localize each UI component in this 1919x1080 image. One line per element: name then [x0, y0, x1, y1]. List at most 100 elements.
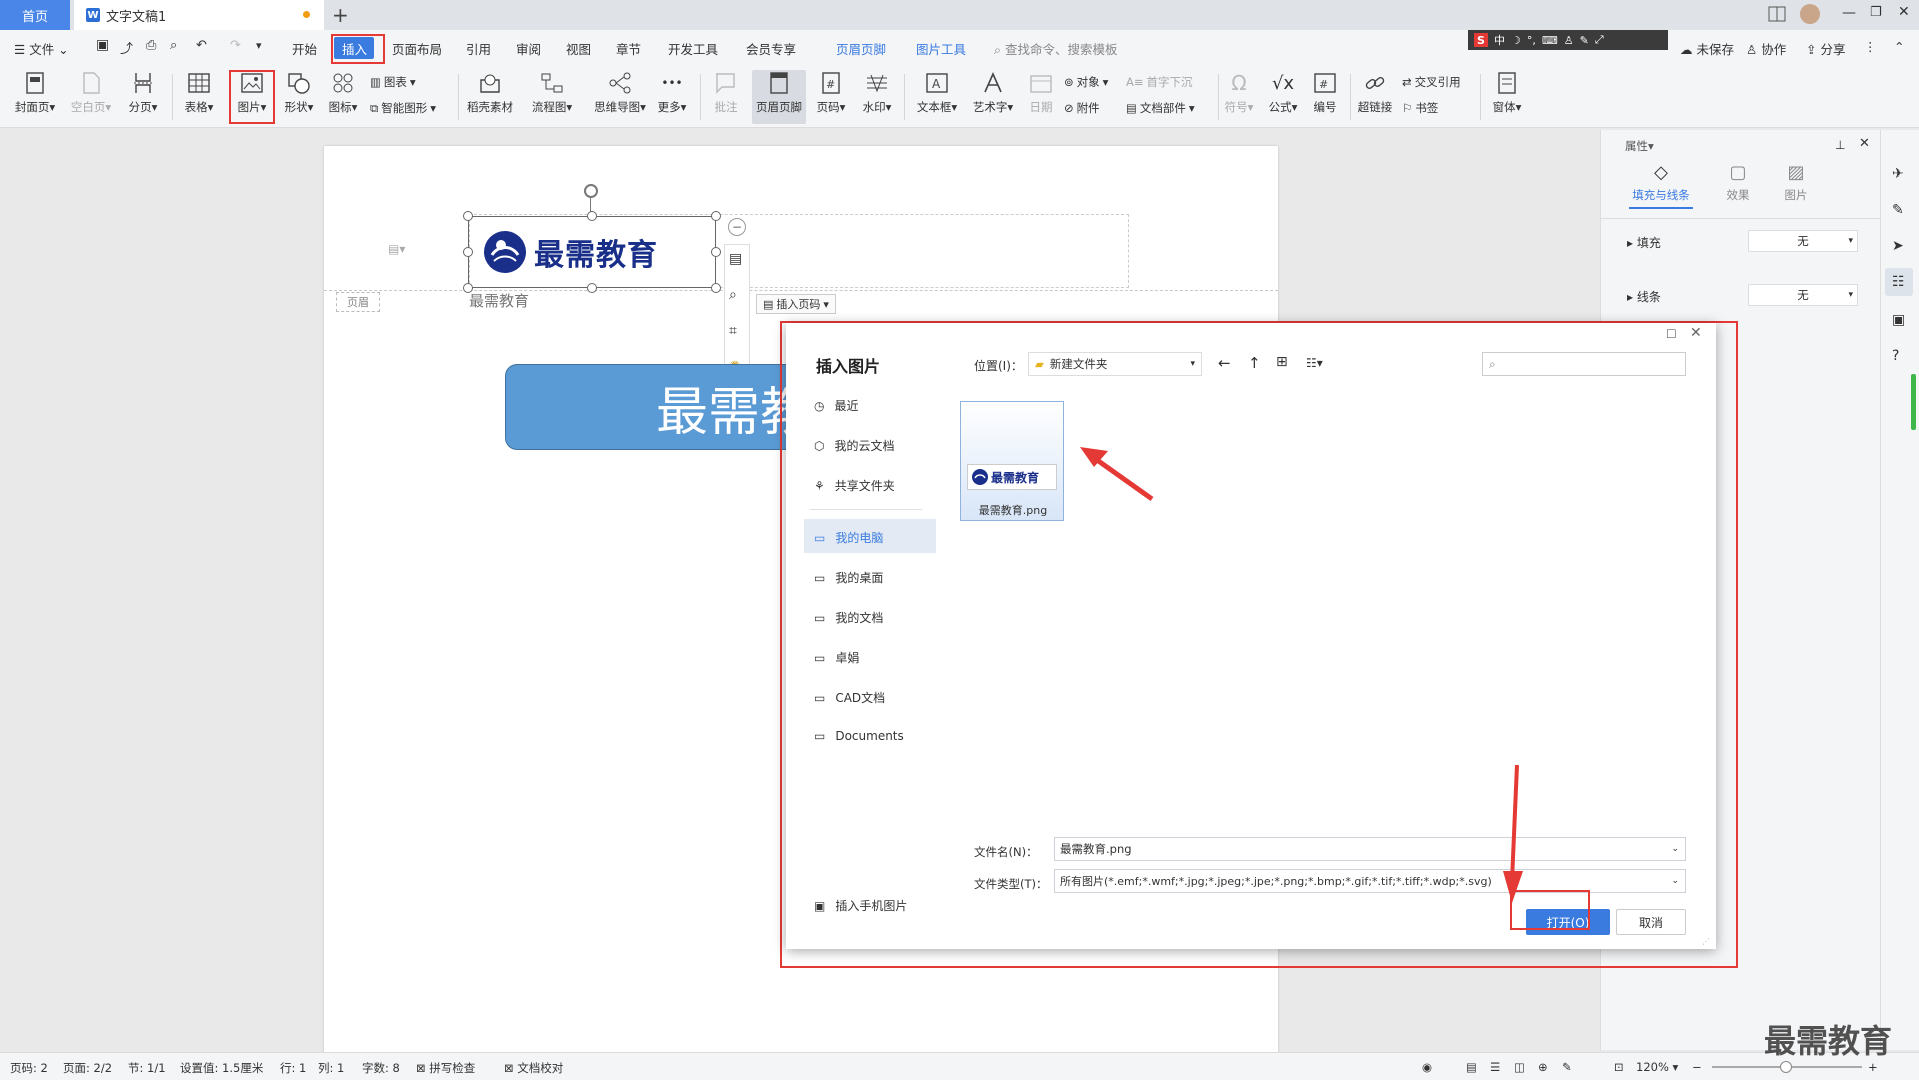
- page-view-icon[interactable]: ▤: [1466, 1060, 1477, 1074]
- zoom-image-icon[interactable]: ⌕: [729, 287, 737, 303]
- tab-document[interactable]: W 文字文稿1: [74, 0, 324, 30]
- avatar[interactable]: [1800, 4, 1820, 24]
- pen-icon[interactable]: ✎: [1892, 202, 1904, 218]
- pin-icon[interactable]: ⊥: [1835, 138, 1845, 152]
- menu-member[interactable]: 会员专享: [746, 39, 796, 58]
- cross-reference-button[interactable]: ⇄ 交叉引用: [1402, 74, 1461, 90]
- collapse-toolbar-icon[interactable]: −: [728, 218, 746, 236]
- wrap-text-icon[interactable]: ▤: [729, 251, 742, 267]
- wordart-button[interactable]: 艺术字▾: [970, 70, 1016, 115]
- mindmap-button[interactable]: 思维导图▾: [593, 70, 647, 115]
- cursor-icon[interactable]: ➤: [1892, 238, 1904, 254]
- dialog-close-button[interactable]: ✕: [1690, 325, 1702, 341]
- insert-page-number-button[interactable]: ▤ 插入页码 ▾: [756, 294, 836, 314]
- comment-button[interactable]: 批注: [705, 70, 747, 115]
- status-col[interactable]: 列: 1: [318, 1060, 344, 1076]
- dialog-search-input[interactable]: ⌕: [1482, 352, 1686, 376]
- export-icon[interactable]: ⤴: [120, 38, 133, 57]
- share-button[interactable]: ⇪ 分享: [1806, 39, 1845, 58]
- side-shared[interactable]: ⚘ 共享文件夹: [814, 477, 895, 494]
- resize-handle[interactable]: [463, 283, 473, 293]
- new-tab-button[interactable]: +: [332, 3, 349, 27]
- selected-logo-image[interactable]: 最需教育: [468, 216, 716, 288]
- pen-view-icon[interactable]: ✎: [1562, 1060, 1572, 1074]
- resize-handle[interactable]: [711, 247, 721, 257]
- tab-effect[interactable]: ▢ 效果: [1713, 162, 1763, 203]
- side-zhuoyu[interactable]: ▭ 卓娟: [814, 649, 859, 666]
- menu-start[interactable]: 开始: [292, 39, 317, 58]
- line-section-toggle[interactable]: ▸ 线条: [1627, 288, 1661, 305]
- resize-handle[interactable]: [587, 283, 597, 293]
- header-doc-icon[interactable]: ▤▾: [388, 242, 405, 256]
- location-dropdown[interactable]: ▰ 新建文件夹 ▾: [1028, 352, 1202, 376]
- restore-button[interactable]: ❐: [1870, 5, 1882, 20]
- menu-picture-tools[interactable]: 图片工具: [916, 39, 966, 58]
- collapse-ribbon-icon[interactable]: ⌃: [1894, 39, 1904, 54]
- fill-dropdown[interactable]: 无 ▾: [1748, 230, 1858, 252]
- resize-handle[interactable]: [587, 211, 597, 221]
- cover-page-button[interactable]: 封面页▾: [14, 70, 56, 115]
- cancel-button[interactable]: 取消: [1616, 909, 1686, 935]
- close-window-button[interactable]: ✕: [1898, 4, 1910, 20]
- menu-view[interactable]: 视图: [566, 39, 591, 58]
- form-window-button[interactable]: 窗体▾: [1486, 70, 1528, 115]
- tab-home[interactable]: 首页: [0, 0, 70, 30]
- icon-library-button[interactable]: 图标▾: [322, 70, 364, 115]
- object-button[interactable]: ⊚ 对象 ▾: [1064, 74, 1108, 90]
- new-folder-icon[interactable]: ⊞: [1276, 354, 1288, 370]
- smartart-button[interactable]: ⧉ 智能图形 ▾: [370, 100, 436, 116]
- daoke-button[interactable]: 稻壳素材: [467, 70, 513, 115]
- more-menu-icon[interactable]: ⋮: [1864, 39, 1877, 54]
- flowchart-button[interactable]: 流程图▾: [531, 70, 573, 115]
- fill-section-toggle[interactable]: ▸ 填充: [1627, 234, 1661, 251]
- panel-close-icon[interactable]: ✕: [1859, 136, 1870, 151]
- more-button[interactable]: ••• 更多▾: [651, 70, 693, 115]
- side-desktop[interactable]: ▭ 我的桌面: [814, 569, 883, 586]
- watermark-button[interactable]: 水印▾: [856, 70, 898, 115]
- status-pages[interactable]: 页面: 2/2: [63, 1060, 112, 1076]
- read-view-icon[interactable]: ◫: [1514, 1060, 1525, 1074]
- line-dropdown[interactable]: 无 ▾: [1748, 284, 1858, 306]
- undo-icon[interactable]: ↶: [196, 38, 207, 53]
- zoom-in-button[interactable]: +: [1868, 1060, 1878, 1074]
- side-mypc[interactable]: ▭ 我的电脑: [814, 529, 883, 546]
- print-icon[interactable]: ⎙: [146, 38, 156, 53]
- status-row[interactable]: 行: 1: [280, 1060, 306, 1076]
- minimize-button[interactable]: —: [1842, 5, 1856, 21]
- menu-layout[interactable]: 页面布局: [392, 39, 442, 58]
- help-icon[interactable]: ?: [1892, 348, 1899, 364]
- filename-input[interactable]: 最需教育.png ⌄: [1054, 837, 1686, 861]
- tab-picture[interactable]: ▨ 图片: [1771, 162, 1821, 203]
- shape-button[interactable]: 形状▾: [278, 70, 320, 115]
- save-icon[interactable]: ▣: [96, 37, 109, 53]
- status-setting[interactable]: 设置值: 1.5厘米: [180, 1060, 263, 1076]
- view-mode-icon[interactable]: ☷▾: [1306, 356, 1323, 370]
- hyperlink-button[interactable]: 超链接: [1354, 70, 1396, 115]
- drop-cap-button[interactable]: A≡ 首字下沉: [1126, 74, 1193, 90]
- page-break-button[interactable]: 分页▾: [122, 70, 164, 115]
- file-item-selected[interactable]: 最需教育 最需教育.png: [960, 401, 1064, 521]
- preview-icon[interactable]: ⌕: [170, 38, 177, 53]
- resize-handle[interactable]: [463, 211, 473, 221]
- tab-fill-line[interactable]: ◇ 填充与线条: [1629, 162, 1693, 209]
- header-text[interactable]: 最需教育: [469, 290, 529, 311]
- status-section[interactable]: 节: 1/1: [128, 1060, 166, 1076]
- menu-review[interactable]: 审阅: [516, 39, 541, 58]
- redo-icon[interactable]: ↷: [230, 38, 241, 53]
- numbering-button[interactable]: # 编号: [1304, 70, 1346, 115]
- status-words[interactable]: 字数: 8: [362, 1060, 400, 1076]
- fit-width-icon[interactable]: ⊡: [1614, 1060, 1624, 1074]
- web-view-icon[interactable]: ⊕: [1538, 1060, 1548, 1074]
- box-icon[interactable]: ▣: [1892, 312, 1905, 328]
- chart-button[interactable]: ▥ 图表 ▾: [370, 74, 416, 90]
- up-arrow-icon[interactable]: ↑: [1248, 354, 1261, 372]
- symbol-button[interactable]: Ω 符号▾: [1218, 70, 1260, 115]
- dialog-maximize-button[interactable]: ☐: [1666, 327, 1677, 341]
- formula-button[interactable]: √x 公式▾: [1262, 70, 1304, 115]
- file-menu[interactable]: ☰ 文件 ⌄: [14, 39, 69, 58]
- resize-grip-icon[interactable]: ⋰: [1702, 937, 1710, 946]
- menu-reference[interactable]: 引用: [466, 39, 491, 58]
- ime-toolbar[interactable]: S 中 ☽ °, ⌨ ♙ ✎ ⤢: [1468, 30, 1668, 50]
- doc-part-button[interactable]: ▤ 文档部件 ▾: [1126, 100, 1195, 116]
- eye-icon[interactable]: ◉: [1422, 1060, 1432, 1074]
